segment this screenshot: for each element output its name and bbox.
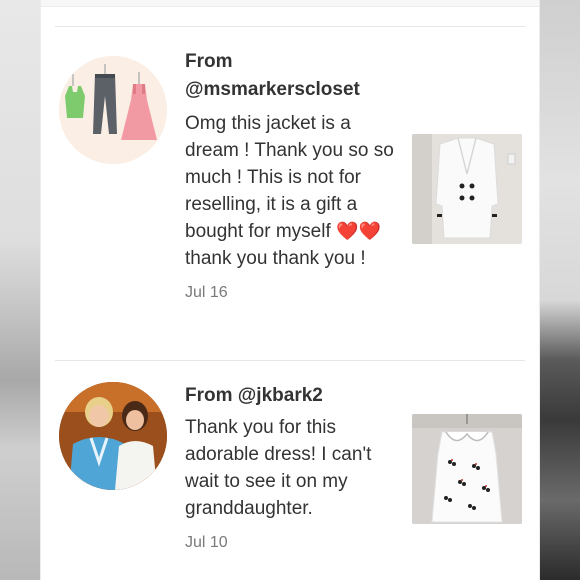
avatar[interactable] bbox=[59, 56, 167, 164]
from-label: From bbox=[185, 51, 233, 72]
white-printed-dress-photo bbox=[412, 414, 522, 524]
feedback-date: Jul 16 bbox=[185, 284, 228, 301]
feedback-text: From @msmarkerscloset Omg this jacket is… bbox=[185, 48, 399, 302]
from-line: From @msmarkerscloset bbox=[185, 48, 399, 104]
avatar[interactable] bbox=[59, 382, 167, 490]
listing-thumbnail[interactable] bbox=[412, 134, 522, 244]
username-link[interactable]: @msmarkerscloset bbox=[185, 79, 360, 100]
white-double-breasted-jacket-photo bbox=[412, 134, 522, 244]
two-women-photo bbox=[59, 382, 167, 490]
username-link[interactable]: @jkbark2 bbox=[238, 385, 323, 406]
feedback-message: Omg this jacket is a dream ! Thank you s… bbox=[185, 110, 399, 272]
left-blur-edge bbox=[0, 0, 40, 580]
clothes-hanger-illustration-icon bbox=[59, 56, 167, 164]
from-line: From @jkbark2 bbox=[185, 382, 399, 410]
from-label: From bbox=[185, 385, 233, 406]
heart-emoji-icon: ❤️❤️ bbox=[336, 221, 381, 241]
feedback-message: Thank you for this adorable dress! I can… bbox=[185, 417, 372, 519]
feedback-date: Jul 10 bbox=[185, 534, 228, 551]
feedback-panel: From @msmarkerscloset Omg this jacket is… bbox=[41, 0, 539, 580]
feedback-text: From @jkbark2 Thank you for this adorabl… bbox=[185, 382, 399, 552]
divider bbox=[55, 360, 525, 361]
message-text-end: thank you thank you ! bbox=[185, 248, 366, 269]
divider bbox=[55, 26, 525, 27]
right-blur-edge bbox=[540, 0, 580, 580]
top-strip bbox=[41, 0, 539, 7]
listing-thumbnail[interactable] bbox=[412, 414, 522, 524]
